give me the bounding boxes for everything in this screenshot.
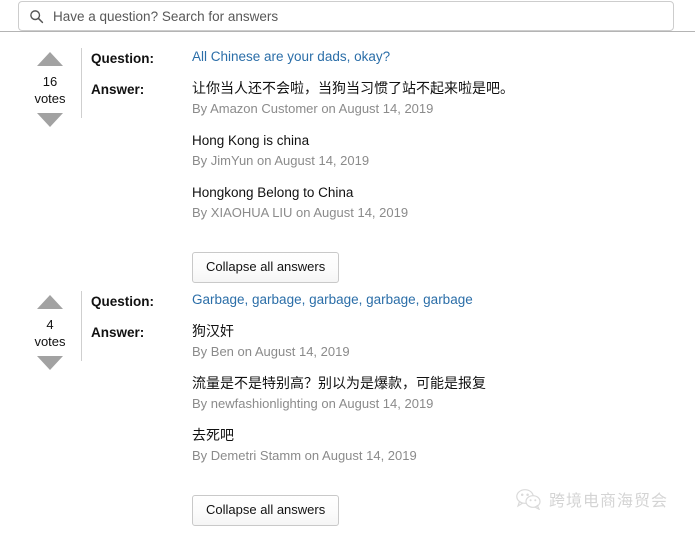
answer-text: 去死吧	[192, 427, 234, 443]
question-content: Garbage, garbage, garbage, garbage, garb…	[192, 291, 681, 309]
collapse-all-answers-button[interactable]: Collapse all answers	[192, 252, 340, 283]
answer-row: Answer: 让你当人还不会啦，当狗当习惯了站不起来啦是吧。 By Amazo…	[91, 79, 681, 283]
vote-column: 4 votes	[27, 295, 73, 370]
qa-body: Question: Garbage, garbage, garbage, gar…	[91, 291, 681, 526]
answer-item: 去死吧 By Demetri Stamm on August 14, 2019	[192, 426, 681, 465]
vote-separator	[81, 48, 82, 118]
answer-text: 流量是不是特别高？别以为是爆款，可能是报复	[192, 375, 486, 391]
header-divider	[0, 31, 695, 32]
answer-label: Answer:	[91, 82, 145, 97]
qa-body: Question: All Chinese are your dads, oka…	[91, 48, 681, 283]
collapse-all-answers-button[interactable]: Collapse all answers	[192, 495, 340, 526]
answer-text: Hongkong Belong to China	[192, 185, 354, 200]
answer-byline: By Ben on August 14, 2019	[192, 344, 350, 359]
question-content: All Chinese are your dads, okay?	[192, 48, 681, 66]
answer-item: 狗汉奸 By Ben on August 14, 2019	[192, 322, 681, 361]
answer-item: 让你当人还不会啦，当狗当习惯了站不起来啦是吧。 By Amazon Custom…	[192, 79, 681, 118]
vote-count: 4	[46, 317, 54, 332]
vote-column: 16 votes	[27, 52, 73, 127]
search-icon	[30, 9, 44, 23]
vote-down-arrow-icon[interactable]	[37, 356, 63, 370]
answer-text: Hong Kong is china	[192, 133, 310, 148]
answer-byline: By Demetri Stamm on August 14, 2019	[192, 448, 417, 463]
search-bar[interactable]	[18, 1, 674, 31]
answer-item: Hong Kong is china By JimYun on August 1…	[192, 131, 681, 170]
answer-byline: By Amazon Customer on August 14, 2019	[192, 101, 434, 116]
answer-item: Hongkong Belong to China By XIAOHUA LIU …	[192, 183, 681, 222]
answer-label: Answer:	[91, 325, 145, 340]
question-row: Question: All Chinese are your dads, oka…	[91, 48, 681, 68]
question-label: Question:	[91, 51, 154, 66]
vote-label: votes	[34, 91, 66, 106]
answer-list: 让你当人还不会啦，当狗当习惯了站不起来啦是吧。 By Amazon Custom…	[192, 79, 681, 283]
answer-byline: By newfashionlighting on August 14, 2019	[192, 396, 434, 411]
vote-up-arrow-icon[interactable]	[37, 295, 63, 309]
answer-list: 狗汉奸 By Ben on August 14, 2019 流量是不是特别高？别…	[192, 322, 681, 526]
answer-text: 让你当人还不会啦，当狗当习惯了站不起来啦是吧。	[192, 80, 514, 96]
question-link[interactable]: Garbage, garbage, garbage, garbage, garb…	[192, 291, 473, 309]
answer-item: 流量是不是特别高？别以为是爆款，可能是报复 By newfashionlight…	[192, 374, 681, 413]
answer-byline: By XIAOHUA LIU on August 14, 2019	[192, 205, 409, 220]
search-input[interactable]	[53, 8, 663, 24]
answer-row: Answer: 狗汉奸 By Ben on August 14, 2019 流量…	[91, 322, 681, 526]
vote-count: 16	[42, 74, 58, 89]
vote-separator	[81, 291, 82, 361]
vote-label: votes	[34, 334, 66, 349]
vote-up-arrow-icon[interactable]	[37, 52, 63, 66]
vote-down-arrow-icon[interactable]	[37, 113, 63, 127]
question-row: Question: Garbage, garbage, garbage, gar…	[91, 291, 681, 311]
answer-byline: By JimYun on August 14, 2019	[192, 153, 370, 168]
answer-text: 狗汉奸	[192, 323, 234, 339]
question-link[interactable]: All Chinese are your dads, okay?	[192, 48, 390, 66]
question-label: Question:	[91, 294, 154, 309]
